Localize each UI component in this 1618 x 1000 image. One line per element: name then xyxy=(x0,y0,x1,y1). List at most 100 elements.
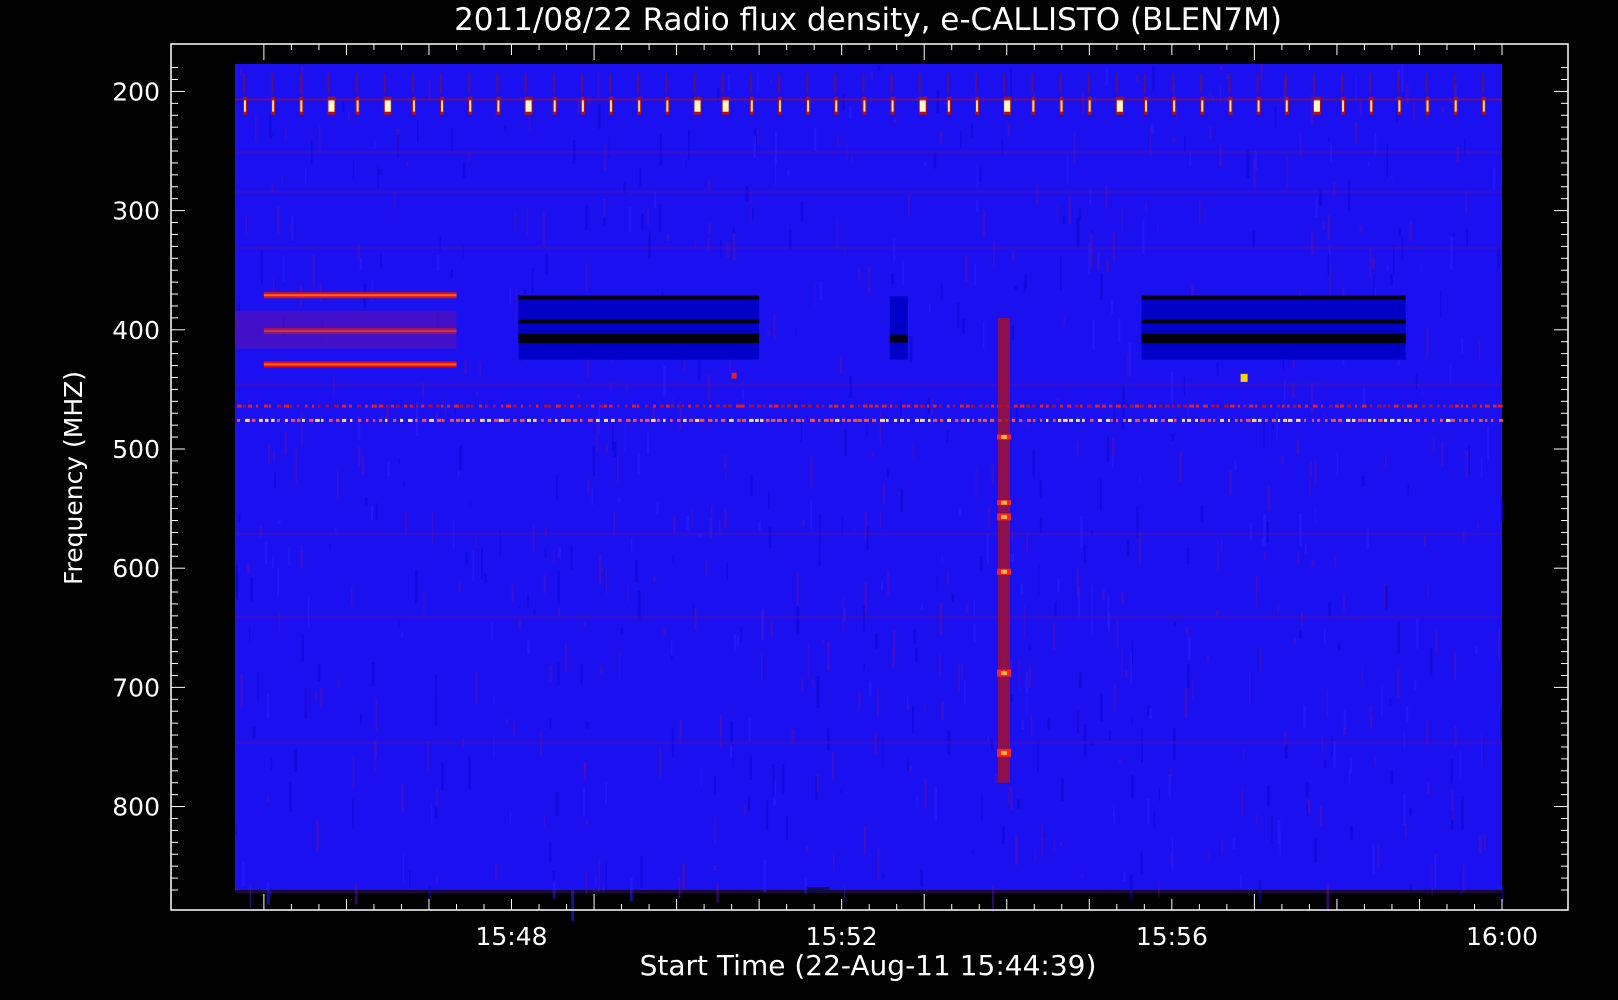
rfi-dash xyxy=(436,404,440,408)
spike-tail xyxy=(1453,73,1456,94)
rfi-dash xyxy=(1216,404,1220,408)
spike xyxy=(497,99,500,112)
rfi-dash xyxy=(1432,418,1435,422)
rfi-dash xyxy=(315,418,320,422)
rfi-dash xyxy=(1451,418,1456,422)
spike-tail xyxy=(383,73,386,94)
x-axis-label: Start Time (22-Aug-11 15:44:39) xyxy=(640,949,1097,982)
rfi-dash xyxy=(1069,418,1074,422)
rfi-dash xyxy=(1102,404,1107,408)
rfi-dash xyxy=(1331,418,1336,422)
rfi-dash xyxy=(716,404,721,408)
rfi-dash xyxy=(1220,418,1224,422)
rfi-dash xyxy=(415,418,418,422)
x-tick-label: 15:52 xyxy=(806,922,878,951)
x-tick-label: 15:48 xyxy=(475,922,547,951)
spike-tail xyxy=(693,73,696,94)
rfi-dash xyxy=(277,418,280,422)
spike-tail xyxy=(665,73,668,94)
rfi-dash xyxy=(1067,404,1071,408)
spike xyxy=(807,99,810,112)
rfi-dash xyxy=(529,404,532,408)
rfi-dash xyxy=(700,418,705,422)
rfi-dash xyxy=(1466,404,1469,408)
spike xyxy=(1342,99,1345,112)
spike xyxy=(610,99,613,112)
rfi-dash xyxy=(1270,404,1273,408)
spike xyxy=(300,99,303,112)
red-band-core xyxy=(263,363,457,366)
rfi-dash xyxy=(237,404,242,408)
rfi-dash xyxy=(900,418,905,422)
rfi-dash xyxy=(947,404,950,408)
y-tick-label: 200 xyxy=(112,77,160,106)
rfi-dash xyxy=(1262,404,1267,408)
rfi-dash xyxy=(808,404,812,408)
rfi-dash xyxy=(599,404,604,408)
spike-tail xyxy=(552,73,555,94)
rfi-dash xyxy=(660,404,664,408)
rfi-dash xyxy=(416,404,419,408)
rfi-dash xyxy=(466,418,470,422)
rfi-dash xyxy=(1187,418,1192,422)
spike xyxy=(1426,99,1429,112)
rfi-dash xyxy=(858,418,862,422)
spike xyxy=(722,99,729,112)
rfi-dash xyxy=(914,404,919,408)
spike xyxy=(750,99,753,112)
rfi-dash xyxy=(663,418,666,422)
spike-tail xyxy=(496,73,499,94)
rfi-dash xyxy=(971,404,976,408)
rfi-dash xyxy=(466,404,471,408)
rfi-dash xyxy=(991,404,995,408)
rfi-dash xyxy=(1355,404,1358,408)
rfi-dash xyxy=(1123,404,1127,408)
spike xyxy=(1285,99,1288,112)
rfi-dash xyxy=(760,418,764,422)
rfi-dash xyxy=(1384,418,1388,422)
rfi-dash xyxy=(513,404,517,408)
rfi-dash xyxy=(1177,404,1181,408)
rfi-dash xyxy=(766,418,770,422)
rfi-dash xyxy=(450,418,454,422)
dark-line xyxy=(518,319,760,324)
spike-tail xyxy=(637,73,640,94)
rfi-dash xyxy=(847,418,851,422)
spike-tail xyxy=(1059,73,1062,94)
rfi-dash xyxy=(894,418,898,422)
rfi-dash xyxy=(1228,418,1231,422)
rfi-dash xyxy=(771,418,776,422)
rfi-dash xyxy=(1243,404,1247,408)
hot-pixel xyxy=(1240,373,1248,382)
rfi-dash xyxy=(1499,418,1504,422)
rfi-dash xyxy=(1155,418,1158,422)
rfi-dash xyxy=(791,418,794,422)
spike-tail xyxy=(749,73,752,94)
burst-column xyxy=(998,317,1011,783)
spike-tail xyxy=(1425,73,1428,94)
rfi-dash xyxy=(1317,418,1320,422)
rfi-dash xyxy=(1407,404,1412,408)
spike-tail xyxy=(1256,73,1259,94)
rfi-dash xyxy=(334,404,339,408)
rfi-dash xyxy=(1363,418,1367,422)
rfi-dash xyxy=(835,418,840,422)
rfi-dash xyxy=(915,418,919,422)
rfi-dash xyxy=(1135,404,1140,408)
rfi-dash xyxy=(947,418,951,422)
rfi-dash xyxy=(1189,404,1194,408)
rfi-dash xyxy=(393,418,397,422)
rfi-dash xyxy=(342,418,347,422)
rfi-dash xyxy=(1249,404,1254,408)
rfi-dash xyxy=(290,404,293,408)
rfi-dash xyxy=(688,404,691,408)
rfi-dash xyxy=(1480,404,1483,408)
rfi-dash xyxy=(245,418,250,422)
rfi-dash xyxy=(983,418,987,422)
rfi-dash xyxy=(1130,404,1134,408)
spike-tail xyxy=(777,73,780,94)
rfi-dash xyxy=(626,418,631,422)
rfi-dash xyxy=(737,418,741,422)
rfi-dash xyxy=(1288,418,1293,422)
rfi-dash xyxy=(561,418,565,422)
